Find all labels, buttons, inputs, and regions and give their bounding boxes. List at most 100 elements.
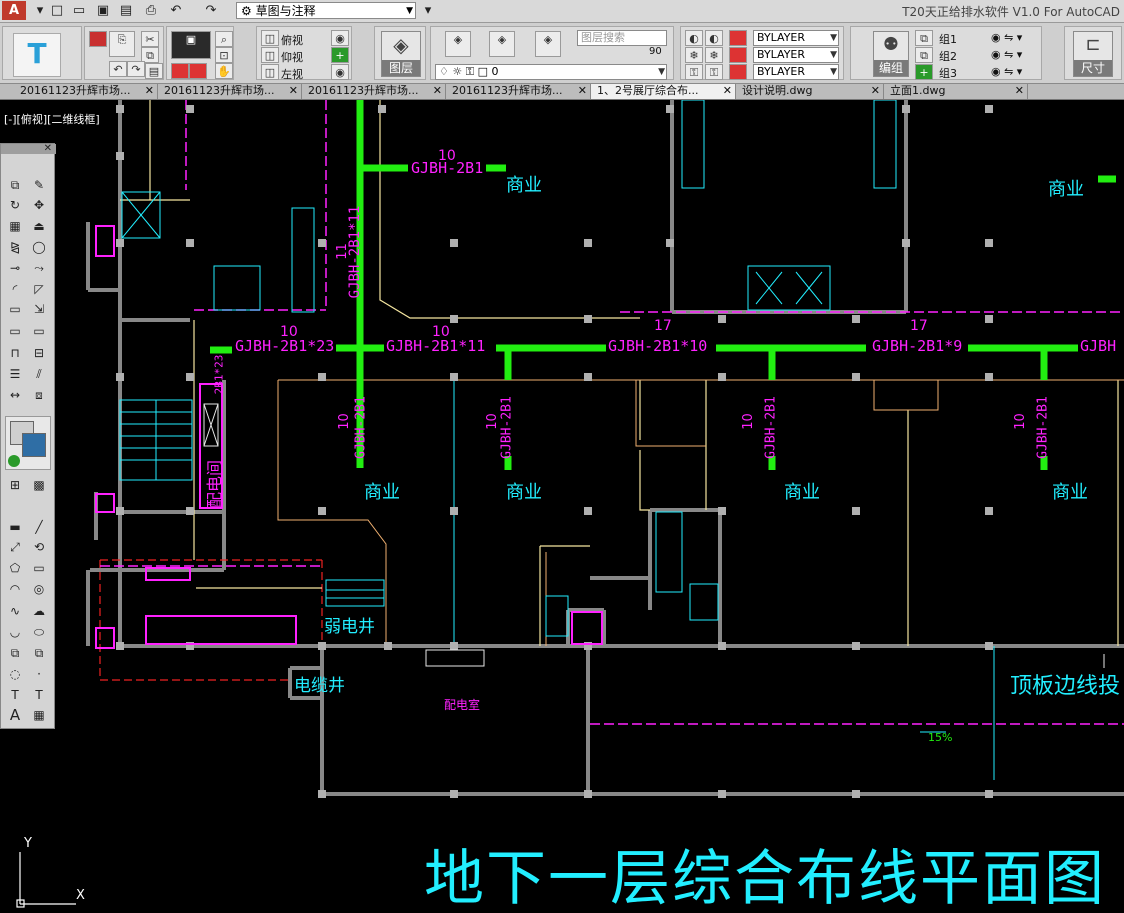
trim-icon[interactable]: ⊸ (5, 259, 25, 278)
workspace-select[interactable]: ⚙ 草图与注释 ▼ (236, 2, 416, 19)
bottom-view-icon[interactable]: ◫ (261, 47, 279, 63)
autocad-logo-icon[interactable]: A (2, 1, 26, 20)
visual-style-icon[interactable]: ◉ (331, 30, 349, 46)
brush-icon[interactable]: ✎ (29, 176, 49, 195)
zoom-window-icon[interactable]: ⊡ (215, 47, 233, 63)
donut-icon[interactable]: ◌ (5, 665, 25, 684)
red-flag-icon[interactable] (89, 31, 107, 47)
file-tab-2[interactable]: 20161123升辉市场... ✕ (158, 84, 302, 99)
polygon-icon[interactable]: ⬠ (5, 559, 25, 578)
print-icon[interactable]: ⎙ (142, 2, 160, 19)
ellipse-arc-icon[interactable]: ◡ (5, 623, 25, 642)
join-icon[interactable]: ⊓ (5, 344, 25, 363)
cut-icon[interactable]: ✂ (141, 31, 159, 47)
copy-tool-icon[interactable]: ⧉ (5, 176, 25, 195)
group-button[interactable]: ⚉ 编组 (873, 31, 909, 77)
rotate-icon[interactable]: ↻ (5, 196, 25, 215)
file-tab-3[interactable]: 20161123升辉市场... ✕ (302, 84, 446, 99)
explode-icon[interactable]: ⧈ (29, 386, 49, 405)
add-icon[interactable]: + (331, 47, 349, 63)
rectangle-icon[interactable]: ▭ (29, 559, 49, 578)
open-icon[interactable]: ▭ (70, 2, 88, 19)
props-icon[interactable]: ◐ (705, 30, 723, 46)
point-icon[interactable]: · (29, 665, 49, 684)
view-left[interactable]: 左视 (281, 66, 303, 82)
layer-search-input[interactable]: 图层搜索 (577, 30, 667, 46)
color-select[interactable]: BYLAYER ▼ (753, 30, 839, 46)
ungroup-icon[interactable]: ⧉ (915, 47, 933, 63)
group-item-1[interactable]: 组1 (939, 31, 957, 47)
undo-icon[interactable]: ↶ (167, 2, 185, 19)
drawing-canvas[interactable]: [-][俯视][二维线框] 10 GJBH-2B1 商业 商业 10 GJBH-… (0, 100, 1124, 913)
polyline-icon[interactable]: ⟲ (29, 538, 49, 557)
chamfer-icon[interactable]: ◸ (29, 280, 49, 299)
view-bottom[interactable]: 仰视 (281, 49, 303, 65)
customize-dropdown-icon[interactable]: ▾ (419, 2, 437, 19)
mtext-icon[interactable]: A (5, 706, 25, 725)
layer-iso-icon[interactable]: ◈ (535, 31, 561, 57)
hatch-grid-icon[interactable]: ▩ (29, 476, 49, 495)
ruler-icon[interactable]: ▬ (5, 518, 25, 537)
file-tab-7[interactable]: 立面1.dwg ✕ (884, 84, 1028, 99)
saveas-icon[interactable]: ▤ (117, 2, 135, 19)
fill-rect-icon[interactable]: ▭ (5, 300, 25, 319)
undo-small-icon[interactable]: ↶ (109, 61, 127, 77)
extend-icon[interactable]: ⤳ (29, 259, 49, 278)
file-tab-1[interactable]: 20161123升辉市场... ✕ (14, 84, 158, 99)
dimension-button[interactable]: ⊏ 尺寸 (1073, 31, 1113, 77)
array-icon[interactable]: ▦ (5, 217, 25, 236)
group-item-2[interactable]: 组2 (939, 48, 957, 64)
stop-props-icon-2[interactable] (729, 47, 747, 63)
close-icon[interactable]: ✕ (289, 84, 298, 98)
layer-button[interactable]: ◈ 图层 (381, 31, 421, 77)
hatch-icon[interactable]: ⫽ (29, 365, 49, 384)
top-view-icon[interactable]: ◫ (261, 30, 279, 46)
stop-red-icon-2[interactable] (189, 63, 207, 79)
revcloud-icon[interactable]: ☁ (29, 602, 49, 621)
match-props-icon[interactable]: ◐ (685, 30, 703, 46)
freeze-icon[interactable]: ❄ (685, 47, 703, 63)
thaw-icon[interactable]: ❄ (705, 47, 723, 63)
save-icon[interactable]: ▣ (94, 2, 112, 19)
close-icon[interactable]: ✕ (44, 143, 52, 154)
close-icon[interactable]: ✕ (871, 84, 880, 98)
add-swatch-icon[interactable] (8, 455, 20, 467)
spline-icon[interactable]: ∿ (5, 602, 25, 621)
scale-icon[interactable]: ⇲ (29, 300, 49, 319)
mirror-icon[interactable]: ⧎ (5, 238, 25, 257)
layer-current-select[interactable]: ♢ ☼ ⚿ □ 0 ▼ (435, 64, 667, 80)
lock-icon[interactable]: ⚿ (685, 64, 703, 80)
color-swatch[interactable] (5, 416, 51, 470)
make-block-icon[interactable]: ⧉ (29, 644, 49, 663)
group-add-icon[interactable]: + (915, 64, 933, 80)
file-tab-5[interactable]: 1、2号展厅综合布... ✕ (591, 84, 736, 99)
pan-hand-icon[interactable]: ✋ (215, 63, 233, 79)
layer-match-icon[interactable]: ◈ (489, 31, 515, 57)
background-swatch[interactable] (22, 433, 46, 457)
redo-small-icon[interactable]: ↷ (127, 61, 145, 77)
file-tab-4[interactable]: 20161123升辉市场... ✕ (446, 84, 591, 99)
stop-red-icon-1[interactable] (171, 63, 189, 79)
circle-rotate-icon[interactable]: ◯ (29, 238, 49, 257)
ellipse-icon[interactable]: ⬭ (29, 623, 49, 642)
list-icon[interactable]: ☰ (5, 365, 25, 384)
text-style-icon[interactable]: T (29, 686, 49, 705)
close-icon[interactable]: ✕ (433, 84, 442, 98)
close-icon[interactable]: ✕ (578, 84, 587, 98)
group-visibility-icons-3[interactable]: ◉ ⇋ ▾ (991, 65, 1022, 78)
layer-state-icon[interactable]: ◈ (445, 31, 471, 57)
circle-icon[interactable]: ◎ (29, 580, 49, 599)
eye-icon[interactable]: ◉ (331, 64, 349, 80)
close-icon[interactable]: ✕ (145, 84, 154, 98)
line-icon[interactable]: ╱ (29, 518, 49, 537)
close-icon[interactable]: ✕ (723, 84, 732, 98)
paste-icon[interactable]: ▤ (145, 63, 163, 79)
viewport-label[interactable]: [-][俯视][二维线框] (4, 111, 100, 127)
redo-icon[interactable]: ↷ (202, 2, 220, 19)
rect-icon[interactable]: ▭ (5, 322, 25, 341)
stop-props-icon[interactable] (729, 30, 747, 46)
linetype-select[interactable]: BYLAYER ▼ (753, 47, 839, 63)
tianzheng-logo-icon[interactable]: T (13, 33, 61, 77)
lineweight-select[interactable]: BYLAYER ▼ (753, 64, 839, 80)
construction-line-icon[interactable]: ⤢ (5, 538, 25, 557)
